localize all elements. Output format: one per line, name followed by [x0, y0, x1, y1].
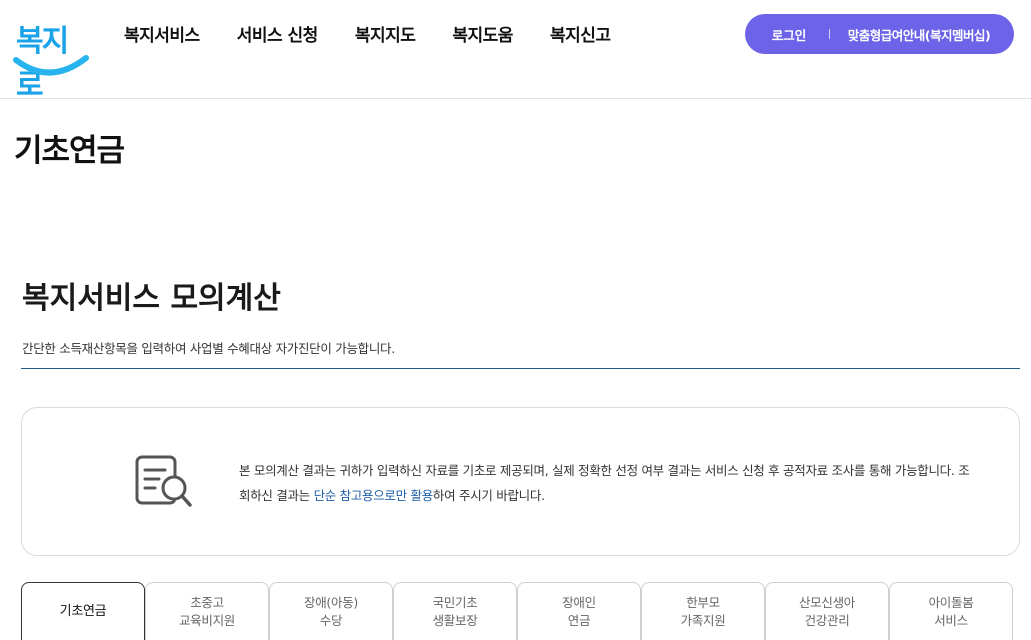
tab-label: 연금	[567, 612, 591, 628]
notice-highlight: 단순 참고용으로만 활용	[313, 488, 434, 503]
notice-text-part2: 하여 주시기 바랍니다.	[432, 488, 545, 503]
tab-label: 초중고	[190, 594, 224, 610]
tab-label: 한부모	[686, 594, 720, 610]
document-search-icon	[135, 455, 192, 507]
calculator-tabs: 기초연금 초중고 교육비지원 장애(아동) 수당 국민기초 생활보장 장애인 연…	[21, 582, 1020, 640]
nav-welfare-map[interactable]: 복지지도	[355, 24, 416, 48]
login-button[interactable]: 로그인	[745, 25, 829, 44]
tab-label: 가족지원	[680, 612, 726, 628]
tab-label: 서비스	[934, 612, 968, 628]
nav-service-apply[interactable]: 서비스 신청	[237, 24, 319, 48]
tab-school-education-support[interactable]: 초중고 교육비지원	[145, 582, 269, 640]
tab-label: 장애(아동)	[304, 594, 358, 610]
tab-basic-pension[interactable]: 기초연금	[21, 582, 145, 640]
tab-maternal-newborn-care[interactable]: 산모신생아 건강관리	[765, 582, 889, 640]
tab-label: 기초연금	[59, 603, 107, 619]
login-pill: 로그인 맞춤형급여안내(복지멤버십)	[745, 14, 1014, 54]
tab-single-parent-support[interactable]: 한부모 가족지원	[641, 582, 765, 640]
section-title: 복지서비스 모의계산	[22, 281, 281, 316]
nav-welfare-report[interactable]: 복지신고	[550, 24, 611, 48]
section-divider	[21, 368, 1020, 369]
tab-label: 아이돌봄	[928, 594, 974, 610]
tab-label: 국민기초	[432, 594, 478, 610]
main-nav: 복지서비스 서비스 신청 복지지도 복지도움 복지신고	[124, 24, 648, 48]
tab-basic-livelihood[interactable]: 국민기초 생활보장	[393, 582, 517, 640]
site-logo[interactable]: 복지로	[12, 16, 92, 103]
tab-disability-pension[interactable]: 장애인 연금	[517, 582, 641, 640]
page-title: 기초연금	[14, 133, 125, 169]
notice-box: 본 모의계산 결과는 귀하가 입력하신 자료를 기초로 제공되며, 실제 정확한…	[21, 407, 1020, 556]
notice-text: 본 모의계산 결과는 귀하가 입력하신 자료를 기초로 제공되며, 실제 정확한…	[239, 458, 979, 508]
nav-welfare-service[interactable]: 복지서비스	[124, 24, 200, 48]
logo-smile-icon	[13, 55, 89, 76]
tab-label: 산모신생아	[798, 594, 855, 610]
tab-label: 수당	[319, 612, 343, 628]
tab-child-care-service[interactable]: 아이돌봄 서비스	[889, 582, 1013, 640]
nav-welfare-help[interactable]: 복지도움	[452, 24, 513, 48]
tab-label: 장애인	[562, 594, 596, 610]
membership-button[interactable]: 맞춤형급여안내(복지멤버십)	[830, 25, 1014, 44]
tab-label: 생활보장	[432, 612, 478, 628]
tab-disability-child-allowance[interactable]: 장애(아동) 수당	[269, 582, 393, 640]
tab-label: 교육비지원	[178, 612, 235, 628]
section-description: 간단한 소득재산항목을 입력하여 사업별 수혜대상 자가진단이 가능합니다.	[22, 341, 395, 356]
tab-label: 건강관리	[804, 612, 850, 628]
site-header: 복지로 복지서비스 서비스 신청 복지지도 복지도움 복지신고 로그인 맞춤형급…	[0, 0, 1031, 103]
